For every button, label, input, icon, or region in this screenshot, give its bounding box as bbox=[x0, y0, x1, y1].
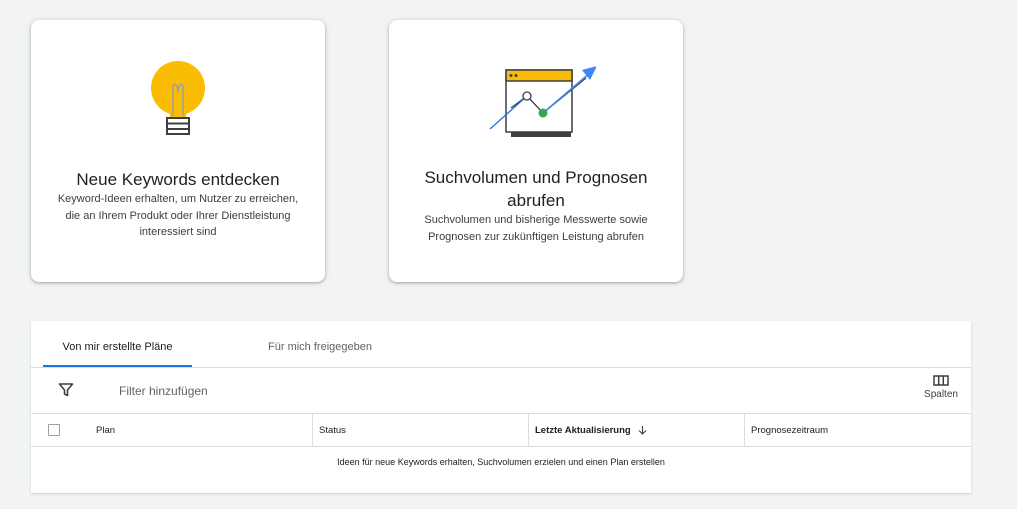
plans-tabs: Von mir erstellte Pläne Für mich freigeg… bbox=[31, 321, 971, 368]
column-header-plan[interactable]: Plan bbox=[96, 414, 115, 446]
tab-my-plans[interactable]: Von mir erstellte Pläne bbox=[43, 321, 192, 367]
forecast-chart-icon bbox=[389, 58, 683, 148]
column-header-forecast-period[interactable]: Prognosezeitraum bbox=[744, 414, 971, 446]
card-title: Neue Keywords entdecken bbox=[76, 170, 280, 189]
filter-bar: Filter hinzufügen Spalten bbox=[31, 368, 971, 414]
column-header-label: Letzte Aktualisierung bbox=[535, 425, 631, 436]
plans-panel: Von mir erstellte Pläne Für mich freigeg… bbox=[31, 321, 971, 493]
forecast-card[interactable]: Suchvolumen und Prognosen abrufen Suchvo… bbox=[389, 20, 683, 282]
select-all-checkbox[interactable] bbox=[48, 424, 60, 436]
card-description: Suchvolumen und bisherige Messwerte sowi… bbox=[424, 214, 648, 243]
card-description: Keyword-Ideen erhalten, um Nutzer zu err… bbox=[57, 193, 299, 238]
empty-state-message: Ideen für neue Keywords erhalten, Suchvo… bbox=[337, 457, 665, 467]
discover-keywords-card[interactable]: Neue Keywords entdecken Keyword-Ideen er… bbox=[31, 20, 325, 282]
table-header: Plan Status Letzte Aktualisierung Progno… bbox=[31, 414, 971, 447]
filter-icon[interactable] bbox=[58, 382, 74, 398]
columns-label: Spalten bbox=[924, 389, 958, 400]
columns-button[interactable]: Spalten bbox=[921, 375, 961, 409]
arrow-down-icon bbox=[638, 426, 647, 436]
card-title: Suchvolumen und Prognosen abrufen bbox=[424, 168, 648, 210]
tab-shared-with-me[interactable]: Für mich freigegeben bbox=[220, 321, 420, 367]
lightbulb-icon bbox=[31, 58, 325, 148]
column-header-last-updated[interactable]: Letzte Aktualisierung bbox=[528, 414, 735, 446]
column-header-status[interactable]: Status bbox=[312, 414, 528, 446]
columns-icon bbox=[933, 375, 949, 386]
add-filter-button[interactable]: Filter hinzufügen bbox=[119, 384, 208, 398]
